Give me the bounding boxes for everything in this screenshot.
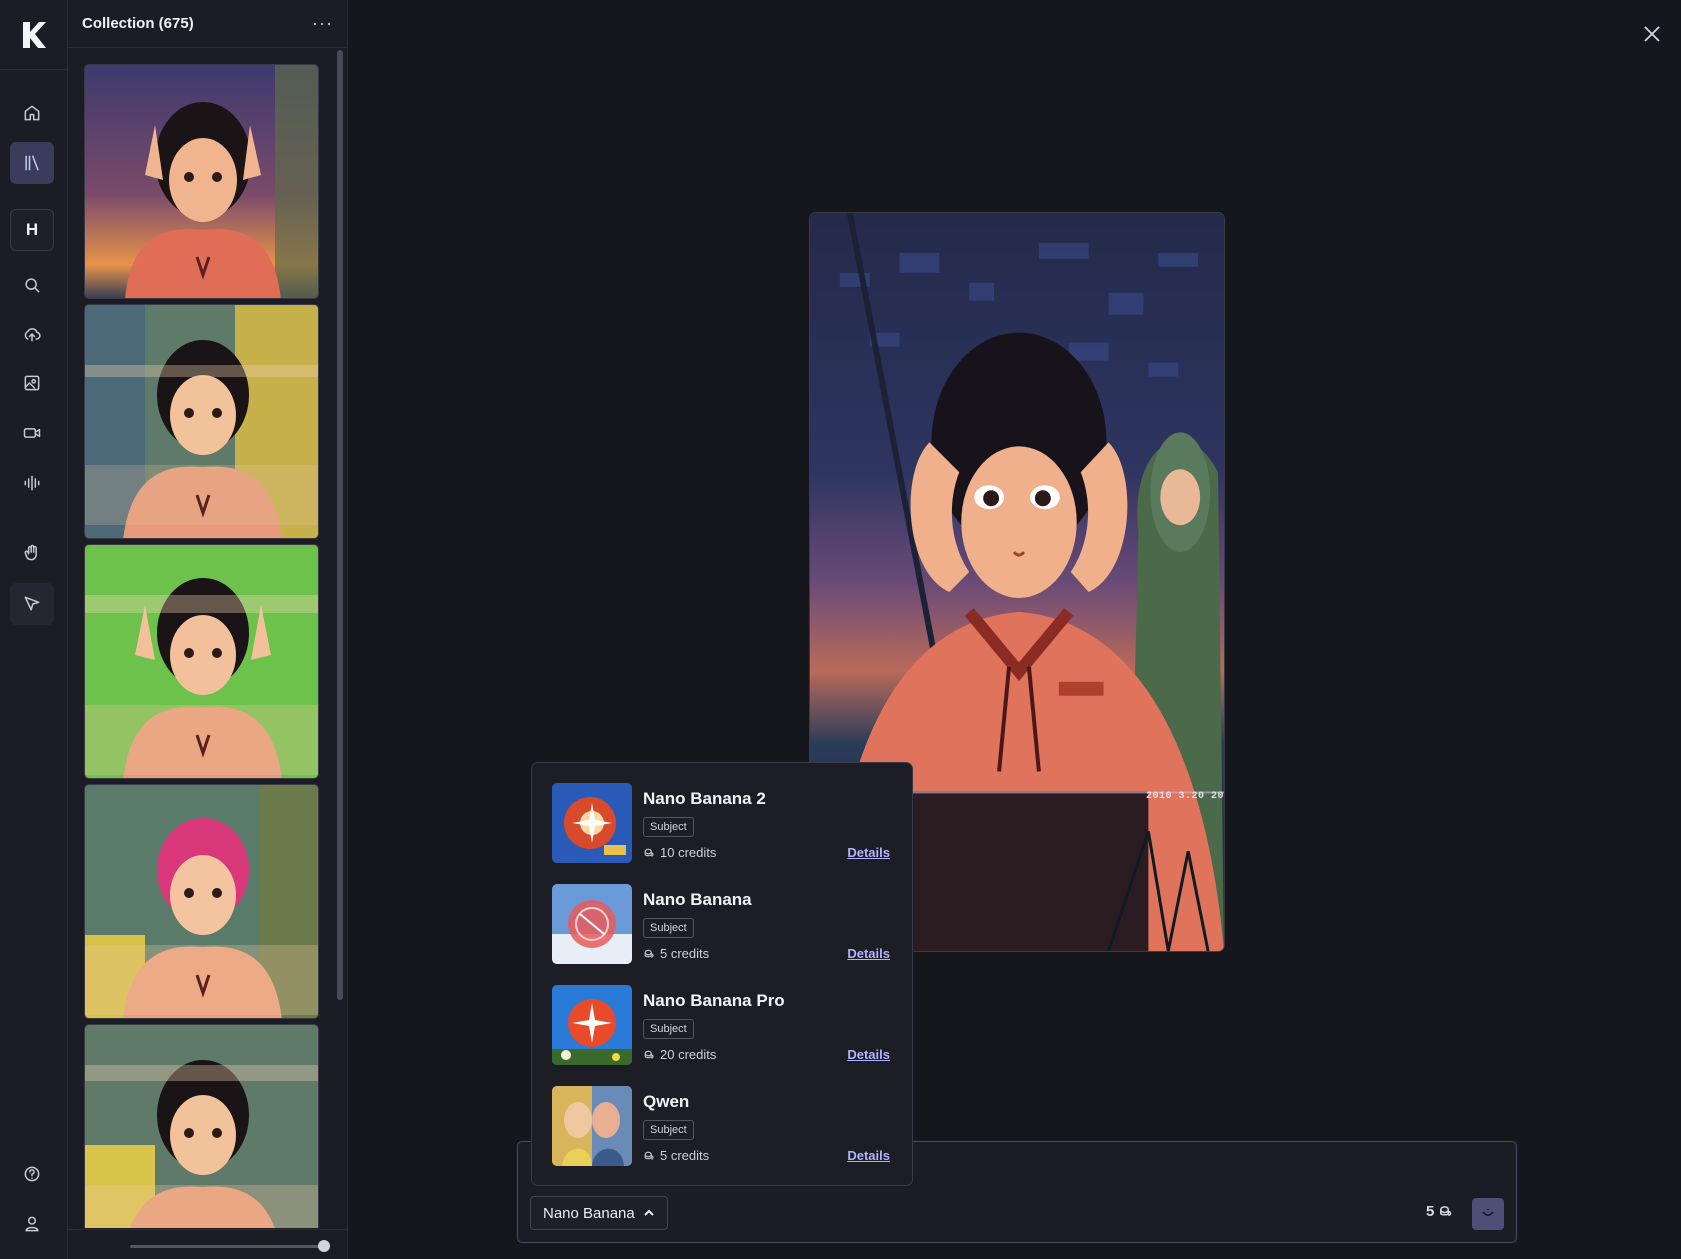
image-button[interactable] <box>10 362 54 404</box>
upload-button[interactable] <box>10 313 54 355</box>
upload-cloud-icon <box>24 328 41 342</box>
close-icon <box>1644 26 1660 42</box>
video-icon <box>23 428 41 438</box>
model-credits-label: 5 credits <box>660 946 710 961</box>
model-option-nano-banana-pro[interactable]: Nano Banana Pro Subject 20 credits Detai… <box>552 985 890 1086</box>
thumbnail-size-slider-handle[interactable] <box>318 1240 330 1252</box>
model-thumbnail-image <box>552 985 632 1065</box>
model-name: Nano Banana Pro <box>643 991 785 1010</box>
collection-thumbnail[interactable] <box>84 304 319 539</box>
collection-thumbnail[interactable] <box>84 64 319 299</box>
generation-cost: 5 <box>1426 1203 1453 1220</box>
credits-icon <box>644 949 654 958</box>
collection-thumbnail[interactable] <box>84 784 319 1019</box>
more-horizontal-icon[interactable]: ··· <box>312 13 333 34</box>
library-button[interactable] <box>10 142 54 184</box>
pointer-tool-button[interactable] <box>10 583 54 625</box>
model-details-link[interactable]: Details <box>847 946 890 961</box>
collection-footer <box>68 1229 348 1259</box>
model-details-link[interactable]: Details <box>847 1047 890 1062</box>
model-credits: 20 credits <box>643 1047 716 1062</box>
hand-tool-button[interactable] <box>10 532 54 574</box>
chevron-up-icon <box>644 1209 654 1216</box>
model-credits: 5 credits <box>643 1148 709 1163</box>
credits-icon <box>644 848 654 857</box>
credits-icon <box>644 1151 654 1160</box>
audio-button[interactable] <box>10 462 54 504</box>
model-thumbnail <box>552 783 632 863</box>
library-icon <box>25 155 39 171</box>
audio-icon <box>24 475 40 491</box>
model-select-label: Nano Banana <box>543 1204 635 1222</box>
credits-icon <box>644 1050 654 1059</box>
video-button[interactable] <box>10 412 54 454</box>
account-button[interactable] <box>10 1203 54 1245</box>
model-thumbnail-image <box>552 1086 632 1166</box>
model-thumbnail <box>552 985 632 1065</box>
generation-cost-value: 5 <box>1426 1203 1435 1220</box>
collection-thumbnail-list <box>84 64 321 1228</box>
model-credits-label: 20 credits <box>660 1047 717 1062</box>
icon-rail: H <box>0 0 68 1259</box>
image-icon <box>24 375 40 391</box>
model-name: Nano Banana <box>643 890 752 909</box>
generate-button[interactable] <box>1472 1198 1504 1230</box>
model-option-nano-banana[interactable]: Nano Banana Subject 5 credits Details <box>552 884 890 985</box>
credits-icon <box>1440 1206 1452 1216</box>
model-thumbnail-image <box>552 783 632 863</box>
search-button[interactable] <box>10 264 54 306</box>
model-credits-label: 10 credits <box>660 845 717 860</box>
model-option-qwen[interactable]: Qwen Subject 5 credits Details <box>552 1086 890 1187</box>
model-option-nano-banana-2[interactable]: Nano Banana 2 Subject 10 credits Details <box>552 783 890 884</box>
thumbnail-image <box>85 545 318 778</box>
pointer-icon <box>24 596 40 611</box>
collection-title: Collection (675) <box>82 15 194 32</box>
model-select[interactable]: Nano Banana <box>530 1196 668 1230</box>
thumbnail-image <box>85 65 318 298</box>
help-icon <box>24 1166 40 1182</box>
thumbnail-image <box>85 305 318 538</box>
collection-thumbnail[interactable] <box>84 1024 319 1228</box>
model-thumbnail <box>552 884 632 964</box>
app-logo[interactable] <box>0 0 68 70</box>
model-tag: Subject <box>643 918 694 938</box>
model-name: Qwen <box>643 1092 690 1111</box>
generate-icon <box>1482 1209 1494 1216</box>
model-thumbnail-image <box>552 884 632 964</box>
collection-scrollbar[interactable] <box>337 50 343 1000</box>
search-icon <box>25 278 40 293</box>
h-label: H <box>25 220 39 239</box>
model-thumbnail <box>552 1086 632 1166</box>
collection-panel: Collection (675) ··· <box>68 0 348 1259</box>
home-icon <box>24 105 40 121</box>
model-details-link[interactable]: Details <box>847 845 890 860</box>
home-button[interactable] <box>10 92 54 134</box>
help-button[interactable] <box>10 1153 54 1195</box>
model-details-link[interactable]: Details <box>847 1148 890 1163</box>
collection-header: Collection (675) ··· <box>68 0 347 48</box>
preview-date-stamp: 2010 3.20 20 <box>1145 791 1224 802</box>
hand-icon <box>24 544 37 561</box>
k-logo-icon <box>23 21 46 48</box>
model-credits: 5 credits <box>643 946 709 961</box>
model-credits-label: 5 credits <box>660 1148 710 1163</box>
model-credits: 10 credits <box>643 845 716 860</box>
h-button[interactable]: H <box>10 209 54 251</box>
model-dropdown: Nano Banana 2 Subject 10 credits Details… <box>531 762 913 1186</box>
model-tag: Subject <box>643 1019 694 1039</box>
thumbnail-size-slider[interactable] <box>130 1245 320 1248</box>
user-icon <box>25 1216 39 1232</box>
close-button[interactable] <box>1640 22 1664 46</box>
collection-thumbnail[interactable] <box>84 544 319 779</box>
thumbnail-image <box>85 1025 318 1228</box>
model-tag: Subject <box>643 817 694 837</box>
thumbnail-image <box>85 785 318 1018</box>
model-tag: Subject <box>643 1120 694 1140</box>
model-name: Nano Banana 2 <box>643 789 766 808</box>
